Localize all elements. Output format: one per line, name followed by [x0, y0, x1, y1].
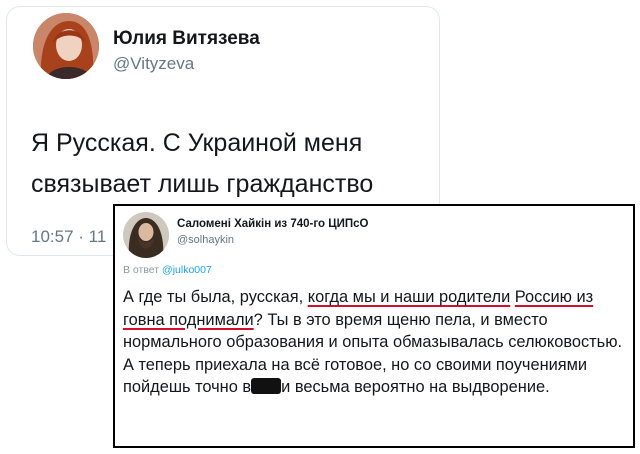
avatar-photo-icon	[123, 212, 169, 258]
censor-block	[251, 378, 282, 395]
avatar-photo-icon	[33, 13, 99, 79]
underlined-phrase: когда мы и наши родители	[307, 288, 511, 306]
tweet-text: Я Русская. С Украиной меня связывает лиш…	[31, 123, 441, 205]
tweet-card-reply: Саломені Хайкін из 740-го ЦИПсО @solhayk…	[113, 204, 635, 448]
tweet-text: А где ты была, русская, когда мы и наши …	[123, 286, 629, 399]
author-handle[interactable]: @Vityzeva	[113, 54, 194, 74]
reply-prefix: В ответ	[123, 264, 160, 276]
tweet-text-part: и весьма вероятно на выдворение.	[281, 378, 550, 397]
avatar[interactable]	[123, 212, 169, 258]
tweet-text-part: А где ты была, русская,	[123, 288, 308, 306]
author-name[interactable]: Юлия Витязева	[113, 28, 260, 50]
reply-mention-link[interactable]: @julko007	[162, 264, 212, 276]
tweet-timestamp[interactable]: 10:57 · 11	[31, 227, 106, 247]
tweet-text-line: Я Русская. С Украиной меня	[31, 129, 363, 157]
reply-to-line: В ответ @julko007	[123, 264, 212, 276]
tweet-text-line: связывает лишь гражданство	[31, 170, 374, 198]
author-name[interactable]: Саломені Хайкін из 740-го ЦИПсО	[177, 218, 368, 230]
author-handle[interactable]: @solhaykin	[177, 234, 234, 246]
avatar[interactable]	[33, 13, 99, 79]
